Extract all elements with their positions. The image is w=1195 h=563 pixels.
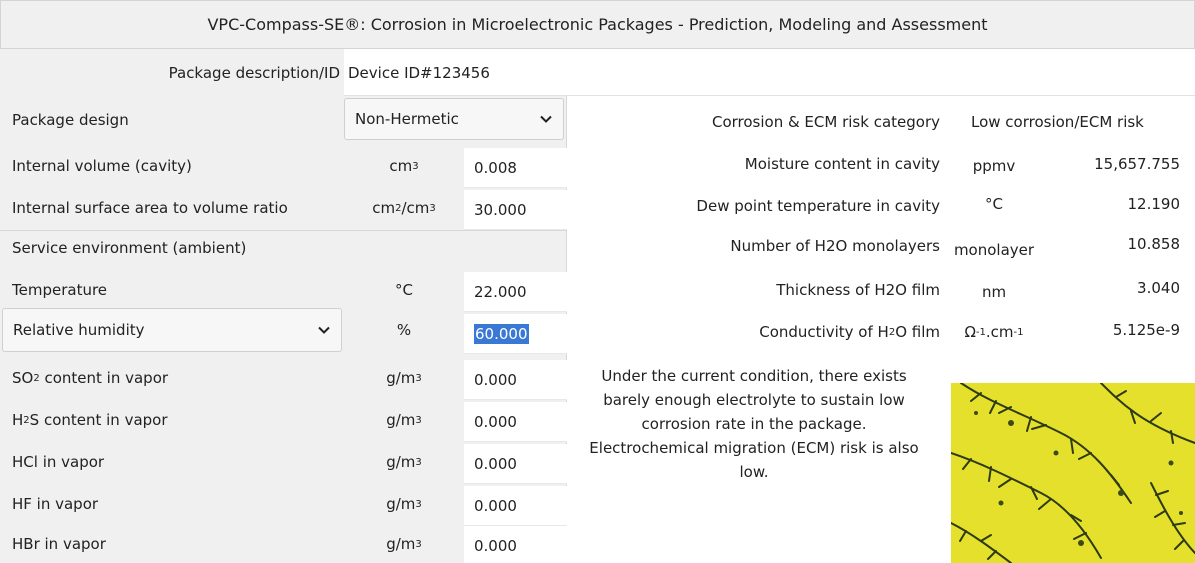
- humidity-type-value: Relative humidity: [13, 321, 145, 339]
- hbr-input[interactable]: 0.000: [464, 526, 567, 563]
- package-description-input[interactable]: Device ID#123456: [348, 49, 490, 96]
- service-environment-heading: Service environment (ambient): [12, 239, 247, 257]
- package-design-label: Package design: [12, 111, 129, 129]
- so2-unit: g/m 3: [386, 369, 422, 387]
- input-panel: Package design Non-Hermetic Internal vol…: [0, 96, 567, 563]
- surface-ratio-label: Internal surface area to volume ratio: [12, 199, 288, 217]
- monolayer-unit: monolayer: [953, 241, 1035, 259]
- thickness-label: Thickness of H2O film: [776, 281, 940, 299]
- results-panel: Corrosion & ECM risk category Low corros…: [568, 96, 1195, 563]
- dew-point-label: Dew point temperature in cavity: [696, 197, 940, 215]
- thickness-unit: nm: [981, 283, 1007, 301]
- dendrite-image: [951, 383, 1195, 563]
- humidity-unit: %: [396, 321, 412, 339]
- so2-input[interactable]: 0.000: [464, 360, 567, 400]
- risk-category-value: Low corrosion/ECM risk: [971, 113, 1144, 131]
- thickness-value: 3.040: [1137, 279, 1180, 297]
- monolayer-value: 10.858: [1127, 235, 1181, 253]
- monolayer-label: Number of H2O monolayers: [730, 237, 940, 255]
- hbr-label: HBr in vapor: [12, 535, 106, 553]
- surface-ratio-unit: cm 2/cm 3: [372, 199, 436, 217]
- surface-ratio-input[interactable]: 30.000: [464, 190, 567, 230]
- hf-unit: g/m 3: [386, 495, 422, 513]
- package-description-row: Package description/ID Device ID#123456: [0, 49, 1195, 96]
- package-description-label: Package description/ID: [0, 49, 344, 96]
- package-design-value: Non-Hermetic: [355, 110, 459, 128]
- humidity-input[interactable]: 60.000: [464, 314, 567, 354]
- dew-point-value: 12.190: [1127, 195, 1181, 213]
- chevron-down-icon: [318, 326, 330, 334]
- internal-volume-input[interactable]: 0.008: [464, 148, 567, 188]
- risk-category-label: Corrosion & ECM risk category: [711, 113, 940, 131]
- moisture-unit: ppmv: [972, 157, 1016, 175]
- internal-volume-label: Internal volume (cavity): [12, 157, 192, 175]
- hf-label: HF in vapor: [12, 495, 99, 513]
- assessment-message: Under the current condition, there exist…: [589, 367, 919, 481]
- moisture-label: Moisture content in cavity: [744, 155, 940, 173]
- hbr-unit: g/m 3: [386, 535, 422, 553]
- temperature-label: Temperature: [12, 281, 108, 299]
- app-title: VPC-Compass-SE®: Corrosion in Microelect…: [0, 0, 1195, 49]
- chevron-down-icon: [540, 115, 552, 123]
- h2s-unit: g/m 3: [386, 411, 422, 429]
- h2s-input[interactable]: 0.000: [464, 402, 567, 442]
- hcl-unit: g/m 3: [386, 453, 422, 471]
- humidity-input-selection: 60.000: [474, 323, 529, 344]
- so2-label: SO 2 content in vapor: [12, 369, 169, 387]
- hcl-label: HCl in vapor: [12, 453, 105, 471]
- internal-volume-unit: cm 3: [389, 157, 419, 175]
- package-design-select[interactable]: Non-Hermetic: [344, 98, 564, 140]
- conductivity-value: 5.125e-9: [1112, 321, 1180, 339]
- temperature-unit: °C: [395, 281, 413, 299]
- conductivity-label: Conductivity of H2O film: [759, 323, 940, 341]
- hcl-input[interactable]: 0.000: [464, 444, 567, 484]
- dew-point-unit: °C: [985, 195, 1003, 213]
- conductivity-unit: Ω -1 .cm -1: [964, 323, 1024, 341]
- hf-input[interactable]: 0.000: [464, 486, 567, 526]
- temperature-input[interactable]: 22.000: [464, 272, 567, 312]
- humidity-type-select[interactable]: Relative humidity: [2, 308, 342, 352]
- moisture-value: 15,657.755: [1094, 155, 1180, 173]
- h2s-label: H2S content in vapor: [12, 411, 168, 429]
